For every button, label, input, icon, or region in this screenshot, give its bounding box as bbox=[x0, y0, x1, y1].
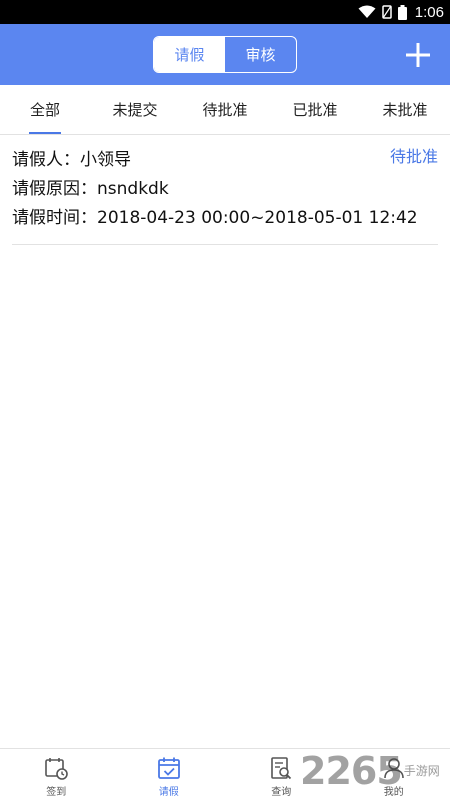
calendar-check-icon bbox=[157, 757, 180, 779]
nav-item-leave[interactable]: 请假 bbox=[113, 749, 226, 800]
plus-icon bbox=[406, 43, 430, 67]
leave-time: 请假时间：2018-04-23 00:00~2018-05-01 12:42 bbox=[12, 208, 418, 228]
status-badge: 待批准 bbox=[389, 147, 438, 166]
tab-rejected[interactable]: 未批准 bbox=[360, 85, 450, 134]
tab-approved[interactable]: 已批准 bbox=[270, 85, 360, 134]
leave-list: 请假人：小领导 请假原因：nsndkdk 请假时间：2018-04-23 00:… bbox=[0, 136, 450, 245]
nav-label-query: 查询 bbox=[271, 787, 292, 798]
no-sim-icon bbox=[382, 5, 392, 19]
nav-item-checkin[interactable]: 签到 bbox=[0, 749, 113, 800]
app-header: 请假 审核 bbox=[0, 24, 450, 85]
nav-label-mine: 我的 bbox=[383, 787, 404, 798]
filter-tabs: 全部 未提交 待批准 已批准 未批准 bbox=[0, 85, 450, 135]
status-bar: 1:06 bbox=[0, 0, 450, 24]
leave-reason: 请假原因：nsndkdk bbox=[12, 179, 169, 199]
clock-time: 1:06 bbox=[414, 3, 444, 21]
tab-all[interactable]: 全部 bbox=[0, 85, 90, 134]
wifi-icon bbox=[358, 5, 376, 19]
add-button[interactable] bbox=[404, 41, 432, 69]
list-item[interactable]: 请假人：小领导 请假原因：nsndkdk 请假时间：2018-04-23 00:… bbox=[12, 136, 438, 245]
leave-applicant: 请假人：小领导 bbox=[12, 150, 131, 170]
calendar-clock-icon bbox=[45, 758, 69, 780]
user-icon bbox=[383, 758, 404, 779]
bottom-nav: 签到 请假 查询 我的 bbox=[0, 748, 450, 800]
segment-leave[interactable]: 请假 bbox=[154, 37, 225, 72]
nav-label-checkin: 签到 bbox=[46, 787, 67, 798]
segment-control: 请假 审核 bbox=[153, 36, 297, 73]
tab-pending[interactable]: 待批准 bbox=[180, 85, 270, 134]
nav-label-leave: 请假 bbox=[158, 787, 179, 798]
nav-item-query[interactable]: 查询 bbox=[225, 749, 338, 800]
tab-unsubmitted[interactable]: 未提交 bbox=[90, 85, 180, 134]
document-search-icon bbox=[271, 757, 292, 780]
nav-item-mine[interactable]: 我的 bbox=[338, 749, 450, 800]
battery-icon bbox=[397, 4, 407, 20]
segment-review[interactable]: 审核 bbox=[225, 37, 296, 72]
